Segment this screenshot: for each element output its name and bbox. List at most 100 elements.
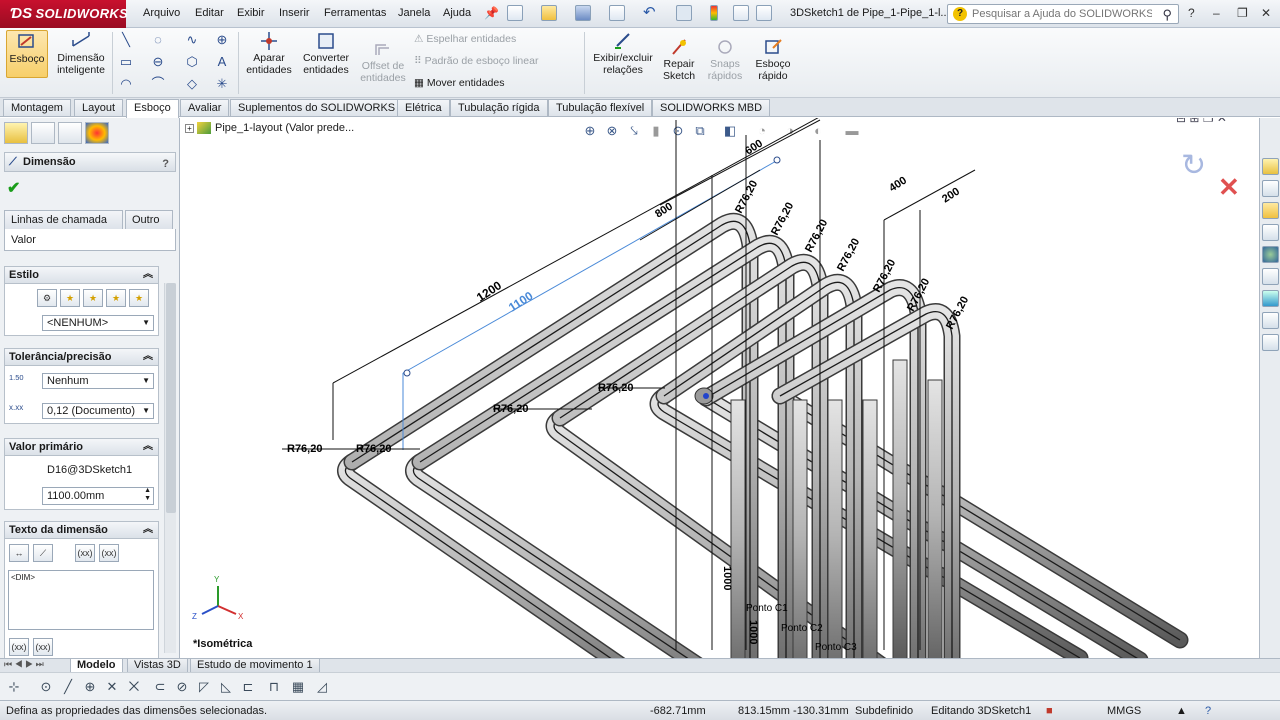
polygon-tool-icon[interactable]: ⬡	[184, 54, 200, 70]
collapse-chevron-icon[interactable]: ︽	[143, 267, 153, 283]
scrollbar-thumb[interactable]	[166, 283, 176, 513]
fix-icon[interactable]: ▦	[290, 679, 306, 695]
display-delete-relations-button[interactable]: Exibir/excluir relações	[588, 32, 658, 76]
add-style-icon[interactable]: ★	[60, 289, 80, 307]
radius-label[interactable]: R76,20	[835, 236, 862, 273]
help-search[interactable]: ? ⚲	[947, 4, 1179, 24]
pm-scrollbar[interactable]	[164, 283, 176, 653]
spin-arrows-icon[interactable]: ▲ ▼	[144, 487, 151, 503]
tab-esboco[interactable]: Esboço	[126, 99, 179, 118]
move-entities-button[interactable]: ▦ Mover entidades	[414, 77, 504, 89]
dimension-name-field[interactable]: D16@3DSketch1	[42, 461, 154, 479]
design-library-icon[interactable]	[1262, 202, 1279, 219]
options-icon[interactable]	[756, 5, 772, 21]
trim-entities-button[interactable]: Aparar entidades	[242, 32, 296, 76]
pin-icon[interactable]: 📌	[484, 6, 499, 20]
rapid-sketch-button[interactable]: Esboço rápido	[752, 38, 794, 82]
tab-outro[interactable]: Outro	[125, 210, 173, 229]
tab-tubulacao-flexivel[interactable]: Tubulação flexível	[548, 99, 653, 116]
add-parentheses-icon[interactable]: ↔	[9, 544, 29, 562]
line-tool-icon[interactable]: ╲	[118, 32, 134, 48]
radius-label[interactable]: R76,20	[733, 178, 760, 215]
dimension-text-area[interactable]: <DIM>	[8, 570, 154, 630]
convert-entities-button[interactable]: Converter entidades	[298, 32, 354, 76]
quick-snaps-button[interactable]: Snaps rápidos	[704, 38, 746, 82]
open-folder-icon[interactable]	[541, 5, 557, 21]
collapse-chevron-icon[interactable]: ︽	[143, 349, 153, 365]
inspection-dim-button[interactable]: (xx)	[75, 544, 95, 562]
equal-icon[interactable]: ⊓	[266, 679, 282, 695]
tab-solidworks-mbd[interactable]: SOLIDWORKS MBD	[652, 99, 771, 116]
tab-layout[interactable]: Layout	[74, 99, 124, 116]
centerline-tool-icon[interactable]: ✳	[214, 76, 230, 92]
forum-icon[interactable]	[1262, 312, 1279, 329]
style-select[interactable]: <NENHUM> ▼	[42, 315, 154, 331]
coincident-icon[interactable]: ⊂	[152, 679, 168, 695]
new-document-icon[interactable]	[507, 5, 523, 21]
tab-montagem[interactable]: Montagem	[3, 99, 71, 116]
traffic-light-icon[interactable]	[710, 5, 718, 21]
resources-icon[interactable]	[1262, 180, 1279, 197]
dim-400[interactable]: 400	[887, 174, 909, 194]
vertical-icon[interactable]: ◺	[218, 679, 234, 695]
search-icon[interactable]: ⚲	[1162, 7, 1172, 23]
center-dimension-icon[interactable]: ⟋	[33, 544, 53, 562]
tab-modelo[interactable]: Modelo	[70, 659, 123, 673]
menu-editar[interactable]: Editar	[195, 7, 224, 19]
line-sketch-icon[interactable]: ╱	[60, 679, 76, 695]
smart-dimension-button[interactable]: Dimensão inteligente	[52, 32, 110, 76]
update-style-icon[interactable]: ★	[83, 289, 103, 307]
save-icon[interactable]	[575, 5, 591, 21]
menu-ferramentas[interactable]: Ferramentas	[324, 7, 386, 19]
tab-eletrica[interactable]: Elétrica	[397, 99, 450, 116]
configuration-manager-tab-icon[interactable]	[58, 122, 82, 144]
point-sketch-icon[interactable]: ⊕	[82, 679, 98, 695]
midpoint-icon[interactable]: ◿	[314, 679, 330, 695]
sketch-button[interactable]: Esboço	[6, 30, 48, 78]
tab-avaliar[interactable]: Avaliar	[180, 99, 230, 116]
justify-left-button[interactable]: (xx)	[9, 638, 29, 656]
point-label[interactable]: Ponto C3	[815, 642, 857, 653]
tab-linhas-de-chamada[interactable]: Linhas de chamada	[4, 210, 123, 229]
help-dropdown-icon[interactable]: ?	[1188, 6, 1195, 20]
ok-check-icon[interactable]: ✔	[7, 178, 20, 198]
circle-sketch-icon[interactable]: ⊙	[38, 679, 54, 695]
print-icon[interactable]	[609, 5, 625, 21]
collapse-chevron-icon[interactable]: ︽	[143, 522, 153, 538]
perpendicular-icon[interactable]: ⊏	[240, 679, 256, 695]
solidworks-forum-icon[interactable]	[1262, 334, 1279, 351]
style-group-header[interactable]: Estilo ︽	[5, 267, 158, 284]
custom-properties-icon[interactable]	[1262, 290, 1279, 307]
tab-scroll-arrows-icon[interactable]: ⏮ ◀ ▶ ⏭	[4, 659, 44, 670]
status-units[interactable]: MMGS	[1107, 705, 1141, 717]
repair-sketch-button[interactable]: Repair Sketch	[660, 38, 698, 82]
arc-tool-icon[interactable]: ◠	[118, 76, 134, 92]
apply-default-style-icon[interactable]: ⚙	[37, 289, 57, 307]
minimize-button[interactable]: –	[1213, 6, 1220, 20]
justify-center-button[interactable]: (xx)	[33, 638, 53, 656]
tab-valor[interactable]: Valor	[4, 229, 176, 251]
undo-icon[interactable]: ↶	[643, 3, 656, 21]
menu-ajuda[interactable]: Ajuda	[443, 7, 471, 19]
help-search-input[interactable]	[972, 7, 1152, 21]
display-manager-tab-icon[interactable]	[85, 122, 109, 144]
sketch-select-icon[interactable]: ⊹	[6, 679, 22, 695]
dim-1200[interactable]: 1200	[474, 278, 504, 304]
close-button[interactable]: ✕	[1261, 6, 1271, 20]
horizontal-icon[interactable]: ◸	[196, 679, 212, 695]
dim-1000-b[interactable]: 1000	[747, 620, 759, 644]
tolerance-group-header[interactable]: Tolerância/precisão ︽	[5, 349, 158, 366]
trim-sketch-icon[interactable]: ✕	[104, 679, 120, 695]
primary-value-group-header[interactable]: Valor primário ︽	[5, 439, 158, 456]
dimension-value-field[interactable]: 1100.00mm ▲ ▼	[42, 487, 154, 505]
mirror-entities-button[interactable]: ⚠ Espelhar entidades	[414, 33, 516, 45]
linear-pattern-button[interactable]: ⠿ Padrão de esboço linear	[414, 55, 538, 67]
dimension-text-group-header[interactable]: Texto da dimensão ︽	[5, 522, 158, 539]
feature-manager-tab-icon[interactable]	[4, 122, 28, 144]
radius-label[interactable]: R76,20	[356, 443, 391, 455]
dim-1000-a[interactable]: 1000	[721, 566, 733, 590]
radius-label[interactable]: R76,20	[287, 443, 322, 455]
tab-tubulacao-rigida[interactable]: Tubulação rígida	[450, 99, 548, 116]
rectangle-tool-icon[interactable]: ▭	[118, 54, 134, 70]
menu-arquivo[interactable]: Arquivo	[143, 7, 180, 19]
